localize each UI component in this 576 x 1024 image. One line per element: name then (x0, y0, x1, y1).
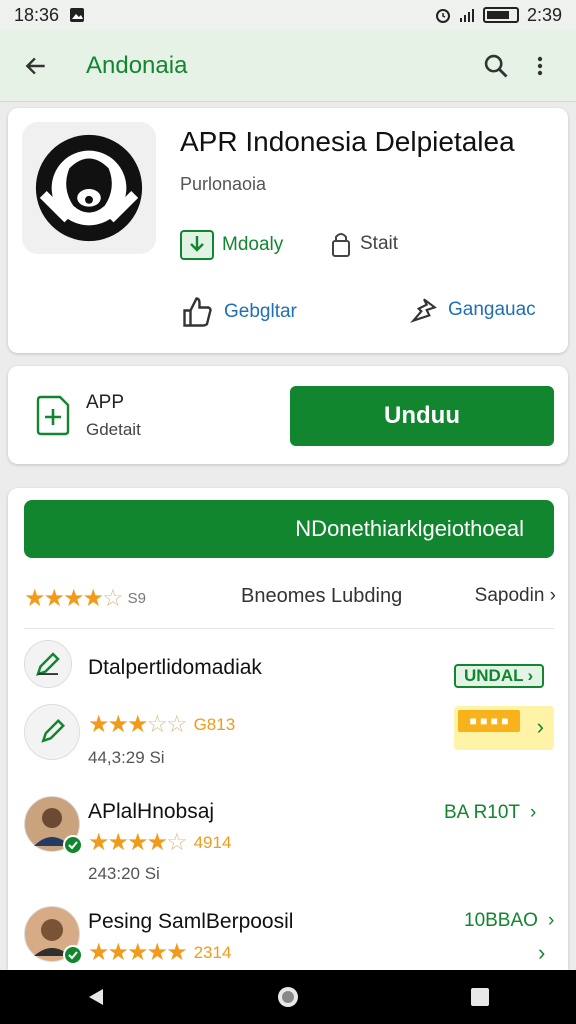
download-button[interactable]: Unduu (290, 386, 554, 446)
thumb-up-icon (183, 297, 212, 327)
item-stars: ★★★☆☆ (88, 711, 188, 738)
list-item-subtitle: 44,3:29 Si (88, 748, 165, 767)
chevron-right-icon: › (536, 714, 544, 739)
nav-back-icon[interactable] (85, 986, 107, 1008)
chip-gangauac[interactable]: Gangauac (408, 294, 536, 326)
list-item-title: Dtalpertlidomadiak (88, 656, 262, 679)
item-stars: ★★★★★ (88, 939, 188, 966)
lock-icon (332, 233, 350, 257)
arrow-back-icon (25, 57, 45, 74)
install-label: APP (86, 392, 125, 413)
list-item-action[interactable]: BA R10T › (444, 802, 536, 824)
nav-recents-icon[interactable] (469, 986, 491, 1008)
user-avatar (24, 796, 83, 855)
verified-badge (63, 835, 83, 855)
primary-action-button[interactable]: NDonethiarklgeiothoeal (24, 500, 554, 558)
search-button[interactable] (474, 44, 518, 88)
check-icon (68, 841, 78, 850)
search-icon (484, 54, 508, 77)
nav-home-icon[interactable] (276, 985, 300, 1009)
chevron-right-icon: › (549, 585, 556, 606)
check-icon (68, 951, 78, 960)
signal-icon (459, 9, 474, 22)
status-time-right: 2:39 (526, 4, 562, 25)
edit-icon (36, 652, 60, 676)
app-logo (22, 122, 156, 254)
item-rating-value: 4914 (193, 832, 232, 852)
alarm-icon (435, 9, 450, 23)
app-title: APR Indonesia Delpietalea (180, 126, 515, 157)
edit-avatar (24, 704, 80, 760)
app-header-card: APR Indonesia Delpietalea Purlonaoia Mdo… (8, 108, 568, 353)
list-item-action[interactable]: 10BBAO › (464, 910, 554, 932)
chip-gangauac-label: Gangauac (448, 299, 536, 320)
list-item-rating: ★★★★★ 2314 (88, 938, 231, 967)
promo-label: ■ ■ ■ ■ (458, 710, 520, 732)
chip-mdoaly[interactable]: Mdoaly (180, 230, 283, 260)
see-all-label: Sapodin (474, 585, 545, 606)
list-item-title: Pesing SamlBerpoosil (88, 910, 294, 933)
app-developer: Purlonaoia (180, 174, 267, 194)
divider (24, 628, 554, 629)
chevron-right-icon: › (530, 802, 537, 823)
arrow-right-icon: › (527, 666, 534, 685)
user-avatar (24, 906, 83, 965)
more-vert-icon (537, 56, 543, 75)
more-options-button[interactable] (518, 44, 562, 88)
item-stars: ★★★★☆ (88, 829, 188, 856)
chevron-right-icon: › (547, 910, 555, 931)
battery-icon (482, 7, 519, 23)
rating-stars: ★★★★☆ (24, 584, 124, 612)
back-button[interactable] (14, 44, 58, 88)
pencil-icon (41, 718, 66, 743)
page-title: Andonaia (86, 51, 188, 79)
rating-count: S9 (127, 589, 146, 607)
list-item-action-label: 10BBAO (464, 910, 538, 931)
share-icon (410, 298, 437, 323)
list-item-action-label: BA R10T (444, 802, 521, 823)
list-item-title: APlalHnobsaj (88, 800, 215, 823)
edit-note-avatar (24, 640, 72, 688)
list-item-subtitle: 243:20 Si (88, 864, 160, 883)
status-time: 18:36 (14, 4, 60, 25)
install-card: APP Gdetait Unduu (8, 366, 568, 464)
install-sublabel: Gdetait (86, 420, 141, 439)
list-item-rating: ★★★☆☆ G813 (88, 710, 235, 739)
details-card: NDonethiarklgeiothoeal ★★★★☆ S9 Bneomes … (8, 488, 568, 978)
chip-mdoaly-label: Mdoaly (222, 234, 284, 255)
status-bar: 18:36 2:39 (0, 0, 576, 30)
app-logo-icon (35, 134, 143, 242)
image-icon (70, 8, 85, 22)
item-rating-value: G813 (193, 714, 236, 734)
verified-badge (63, 945, 83, 965)
list-item-tag-label: UNDAL (464, 666, 524, 685)
app-bar: Andonaia (0, 30, 576, 102)
download-badge-icon (180, 230, 214, 260)
list-item-rating: ★★★★☆ 4914 (88, 828, 231, 857)
chip-stait-label: Stait (360, 233, 399, 254)
system-nav-bar (0, 970, 576, 1024)
promo-box[interactable]: ■ ■ ■ ■ › (454, 706, 554, 750)
see-all-link[interactable]: Sapodin › (475, 585, 556, 607)
chip-gebgltar-label: Gebgltar (224, 301, 297, 322)
chip-stait[interactable]: Stait (330, 230, 398, 258)
chevron-right-icon[interactable]: › (538, 940, 545, 966)
item-rating-value: 2314 (193, 942, 232, 962)
list-item-tag[interactable]: UNDAL › (454, 664, 544, 688)
add-app-icon (36, 395, 70, 436)
chip-gebgltar[interactable]: Gebgltar (180, 294, 297, 330)
rating-mid-label: Bneomes Lubding (241, 585, 403, 607)
